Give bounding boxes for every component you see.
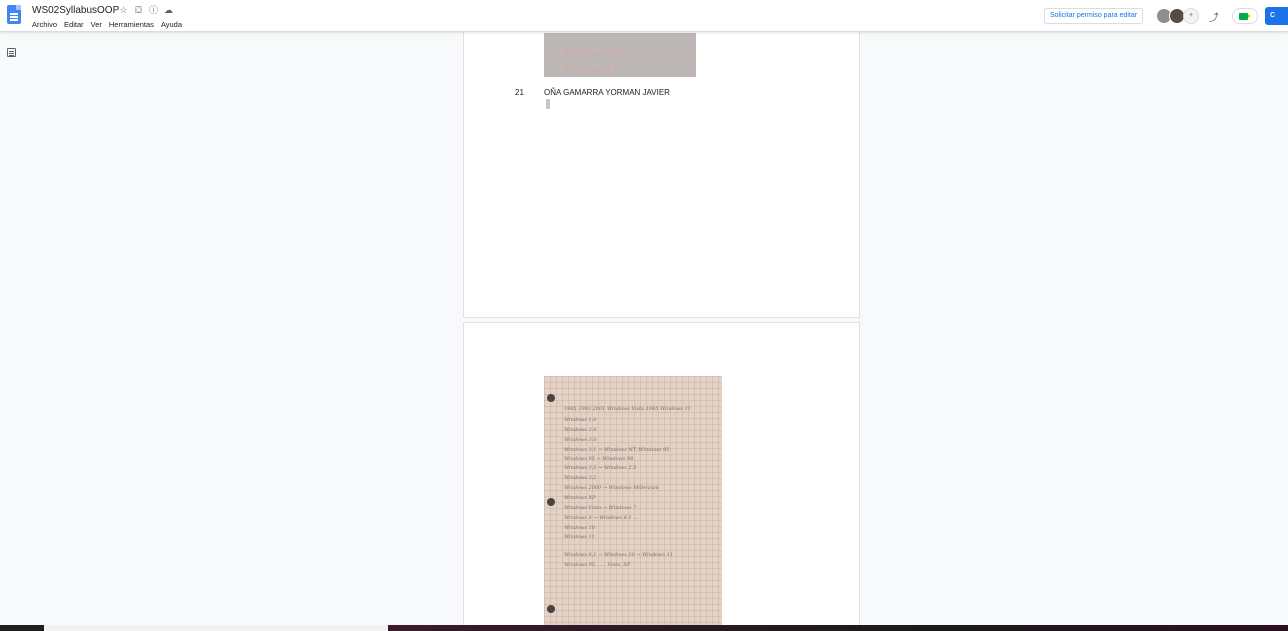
handwritten-line: Windows 2.0: [564, 427, 597, 433]
handwritten-line: Windows 11: [564, 534, 595, 540]
meet-icon: [1239, 13, 1251, 20]
binder-hole: [547, 498, 555, 506]
move-to-drive-icon[interactable]: ⛋: [133, 5, 144, 16]
info-icon[interactable]: ⓘ: [148, 5, 159, 16]
menu-ver[interactable]: Ver: [91, 20, 102, 29]
handwritten-line: Windows 3.5 → Windows 2.5: [564, 465, 637, 471]
cloud-status-icon[interactable]: ☁: [163, 5, 174, 16]
document-page: Windows 10.0 Windows 11 21 OÑA GAMARRA Y…: [463, 20, 860, 318]
meet-button[interactable]: [1232, 8, 1258, 24]
binder-hole: [547, 394, 555, 402]
handwritten-line: 1985 1993 2001 Windows Vista 1985 Window…: [564, 406, 691, 412]
handwritten-line: Windows 95, ... , Vista, XP: [564, 562, 631, 568]
handwritten-line: Windows 3.1 → Windows NT, Windows 95: [564, 447, 670, 453]
image-text: Windows 10.0: [562, 49, 627, 59]
request-edit-button[interactable]: Solicitar permiso para editar: [1044, 8, 1144, 24]
menu-herramientas[interactable]: Herramientas: [109, 20, 154, 29]
title-icons: ☆ ⛋ ⓘ ☁: [118, 5, 174, 16]
menu-bar: Archivo Editar Ver Herramientas Ayuda: [32, 20, 182, 29]
handwritten-line: Windows 10: [564, 525, 595, 531]
row-number: 21: [515, 88, 524, 97]
handwritten-line: Windows 2000 → Windows Millenium: [564, 485, 659, 491]
handwritten-line: Windows 8 → Windows 8.1 ...: [564, 515, 638, 521]
image-text: Windows 11: [562, 65, 618, 75]
handwritten-line: Windows 3.0: [564, 437, 597, 443]
handwritten-line: Windows XP: [564, 495, 596, 501]
document-page: 1985 1993 2001 Windows Vista 1985 Window…: [463, 322, 860, 631]
star-icon[interactable]: ☆: [118, 5, 129, 16]
handwritten-line: Windows 3.2: [564, 475, 597, 481]
binder-hole: [547, 605, 555, 613]
handwritten-line: Windows 95 → Windows 98: [564, 456, 634, 462]
document-title[interactable]: WS02SyllabusOOP: [32, 5, 119, 16]
menu-editar[interactable]: Editar: [64, 20, 84, 29]
handwritten-line: Windows Vista → Windows 7: [564, 505, 637, 511]
handwritten-line: Windows 1.0: [564, 417, 597, 423]
handwritten-image[interactable]: Windows 10.0 Windows 11: [544, 33, 696, 77]
docs-header: WS02SyllabusOOP ☆ ⛋ ⓘ ☁ Archivo Editar V…: [0, 0, 1288, 32]
handwritten-line: Windows 8.1 → Windows 10 → Windows 11: [564, 552, 673, 558]
avatar-overflow[interactable]: +: [1183, 8, 1199, 24]
activity-trend-icon[interactable]: ⤴: [1209, 9, 1219, 24]
text-cursor: [546, 99, 550, 109]
menu-archivo[interactable]: Archivo: [32, 20, 57, 29]
taskbar-strip: [0, 625, 1288, 631]
share-button[interactable]: C: [1265, 7, 1288, 25]
docs-logo-icon[interactable]: [7, 5, 21, 24]
menu-ayuda[interactable]: Ayuda: [161, 20, 182, 29]
handwritten-notes-image[interactable]: 1985 1993 2001 Windows Vista 1985 Window…: [544, 376, 722, 631]
document-outline-icon[interactable]: [7, 48, 16, 57]
student-name: OÑA GAMARRA YORMAN JAVIER: [544, 88, 670, 97]
